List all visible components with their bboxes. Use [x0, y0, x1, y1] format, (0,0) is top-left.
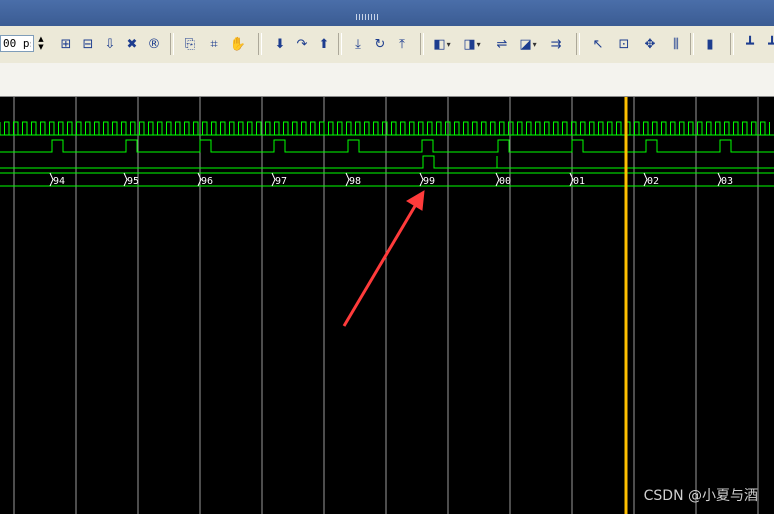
select-pointer-icon[interactable]: ↖ — [588, 34, 608, 54]
toolbar-separator — [170, 33, 174, 55]
bus-value-label: 03 — [721, 176, 733, 187]
hand-pan-icon[interactable]: ✋ — [228, 34, 248, 54]
goto-icon[interactable]: ⇉ — [546, 34, 566, 54]
find-edge-icon[interactable]: ⇌ — [492, 34, 512, 54]
enable-signal-trace — [0, 139, 774, 153]
toolbar-separator — [730, 33, 734, 55]
carry-signal-trace — [0, 155, 774, 169]
cursor-align-icon[interactable]: ⫼ — [666, 34, 686, 54]
bus-value-label: 02 — [647, 176, 659, 187]
step-into-icon[interactable]: ⬇ — [270, 34, 290, 54]
bus-value-label: 00 — [499, 176, 511, 187]
insert-divider-icon[interactable]: ⊞ — [56, 34, 76, 54]
continue-icon[interactable]: ↻ — [370, 34, 390, 54]
time-step-spinner[interactable]: ▲ ▼ — [36, 35, 46, 52]
clock-signal-trace — [0, 121, 770, 136]
find-previous-edge-icon[interactable]: ◧ — [432, 34, 452, 54]
bus-value-label: 94 — [53, 176, 65, 187]
lock-cursor-icon[interactable]: ┻ — [762, 34, 774, 54]
toolbar-separator — [690, 33, 694, 55]
zoom-full-icon[interactable]: ⎘ — [180, 34, 200, 54]
delete-signal-icon[interactable]: ✖ — [122, 34, 142, 54]
toolbar: ▲▼ ⊞⊟⇩✖® ⎘⌗✋ ⬇↷⬆ ⤓↻⤒ ◧ ◨ ⇌ ◪ ⇉ ↖ ⊡ ✥ ⫼ ▮ ┻┻ — [0, 26, 774, 64]
bus-value-label: 95 — [127, 176, 139, 187]
toolbar-separator — [338, 33, 342, 55]
waveform-area[interactable]: 94 95 96 97 98 99 00 01 02 03 — [0, 97, 774, 514]
insert-breakpoint-icon[interactable]: ⊟ — [78, 34, 98, 54]
zoom-fit-icon[interactable]: ✥ — [640, 34, 660, 54]
regex-icon[interactable]: ® — [144, 34, 164, 54]
annotation-arrow-shaft — [342, 200, 420, 327]
time-step-input[interactable] — [0, 35, 34, 52]
step-out-icon[interactable]: ⬆ — [314, 34, 334, 54]
wave-toolbar-strip — [0, 63, 774, 97]
toolbar-separator — [576, 33, 580, 55]
watermark: CSDN @小夏与酒 — [643, 488, 758, 504]
toolbar-separator — [420, 33, 424, 55]
window-title-bar — [0, 0, 774, 26]
step-over-icon[interactable]: ↷ — [292, 34, 312, 54]
run-to-cursor-icon[interactable]: ⤓ — [348, 34, 368, 54]
restart-icon[interactable]: ⤒ — [392, 34, 412, 54]
bus-value-label: 01 — [573, 176, 585, 187]
toolbar-drag-grip[interactable] — [356, 14, 380, 20]
bus-value-label: 97 — [275, 176, 287, 187]
traffic-light-icon[interactable]: ▮ — [700, 34, 720, 54]
insert-cursor-icon[interactable]: ┻ — [740, 34, 760, 54]
toolbar-separator — [258, 33, 262, 55]
zoom-area-icon[interactable]: ⌗ — [204, 34, 224, 54]
find-next-edge-icon[interactable]: ◨ — [462, 34, 482, 54]
expand-signal-icon[interactable]: ⇩ — [100, 34, 120, 54]
bus-value-label: 96 — [201, 176, 213, 187]
zoom-window-icon[interactable]: ⊡ — [614, 34, 634, 54]
find-value-icon[interactable]: ◪ — [518, 34, 538, 54]
waveform-canvas[interactable]: 94 95 96 97 98 99 00 01 02 03 — [0, 97, 774, 514]
bus-value-label: 99 — [423, 176, 435, 187]
bus-value-label: 98 — [349, 176, 361, 187]
